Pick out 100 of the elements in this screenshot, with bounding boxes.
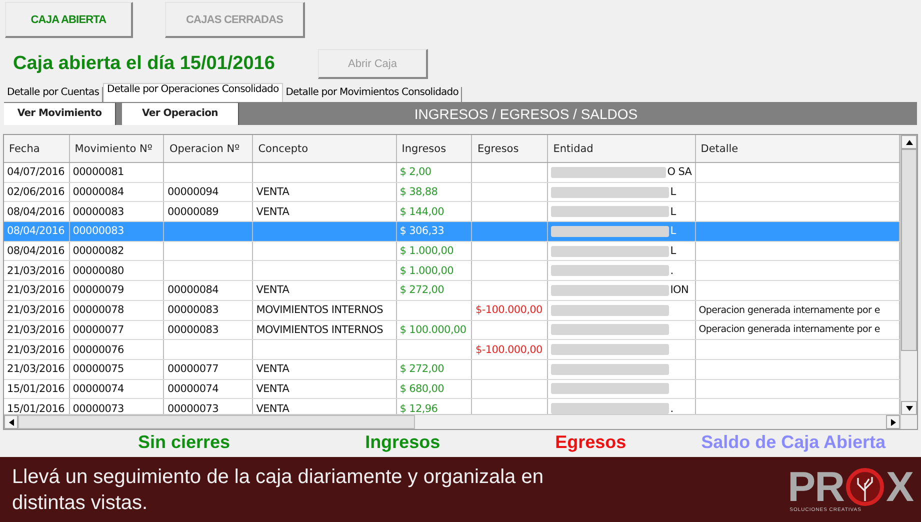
table-row[interactable]: 08/04/2016 00000082 $ 1.000,00 L [4, 242, 900, 262]
column-header[interactable]: Concepto [253, 135, 397, 162]
table-cell: 00000083 [167, 324, 219, 336]
column-header[interactable]: Fecha [4, 135, 70, 162]
column-header[interactable]: Egresos [472, 135, 548, 162]
table-row[interactable]: 04/07/2016 00000081 $ 2,00 O SA [4, 163, 900, 183]
table-cell: 00000077 [72, 324, 124, 336]
view-button[interactable]: CAJA ABIERTA [5, 2, 133, 38]
table-cell: 00000074 [167, 382, 219, 395]
table-cell: VENTA [256, 402, 290, 414]
table-cell: $ 272,00 [400, 363, 444, 376]
table-cell: . [670, 264, 674, 277]
page-heading: Caja abierta el día 15/01/2016 [13, 53, 276, 75]
table-cell: 21/03/2016 [7, 284, 65, 296]
table-cell: 02/06/2016 [7, 186, 65, 198]
table-cell: O SA [667, 166, 692, 178]
column-header[interactable]: Movimiento Nº [70, 135, 164, 162]
table-cell: 00000074 [72, 382, 124, 395]
table-row[interactable]: 21/03/2016 00000076 $-100.000,00 [4, 340, 900, 360]
table-row[interactable]: 21/03/2016 00000079 00000084 VENTA $ 272,00 ION [4, 281, 900, 301]
logo-text: X [886, 466, 913, 506]
table-cell: 00000084 [167, 284, 219, 296]
vertical-scrollbar[interactable] [900, 135, 917, 429]
summary-label: Ingresos [365, 432, 440, 452]
table-cell: 00000076 [72, 344, 124, 356]
table-cell: L [670, 186, 676, 198]
toolbar-button[interactable]: Ver Movimiento [4, 102, 116, 124]
table-cell: Operacion generada internamente por e [698, 304, 880, 316]
table-row[interactable]: 02/06/2016 00000084 00000094 VENTA $ 38,88 L [4, 182, 900, 202]
column-header[interactable]: Ingresos [396, 135, 472, 162]
table-cell: ION [670, 284, 689, 296]
table-cell: 00000083 [167, 304, 219, 316]
table-cell: VENTA [256, 382, 290, 395]
table-cell: Operacion generada internamente por e [698, 324, 880, 336]
table-cell: $ 144,00 [400, 206, 444, 218]
tab[interactable]: Detalle por Operaciones Consolidado [103, 83, 283, 102]
table-cell: $ 100.000,00 [400, 324, 466, 336]
table-cell: 00000089 [167, 206, 219, 218]
column-header[interactable]: Operacion Nº [164, 135, 254, 162]
table-cell: 00000094 [167, 186, 219, 198]
table-row[interactable]: 21/03/2016 00000078 00000083 MOVIMIENTOS INTERNOS $-100.000,00 Operacion generada internamente por e [4, 300, 900, 320]
table-cell: 08/04/2016 [7, 225, 65, 238]
table-cell: $ 1.000,00 [400, 264, 454, 277]
table-cell: $ 272,00 [400, 284, 444, 296]
table-cell: . [670, 402, 674, 414]
table-cell: $-100.000,00 [475, 344, 542, 356]
banner-text: Llevá un seguimiento de la caja diariamente y organizala en distintas vistas. [12, 464, 544, 516]
table-cell: 00000073 [72, 402, 124, 414]
table-cell: 15/01/2016 [7, 382, 65, 395]
table-cell: VENTA [256, 284, 290, 296]
table-cell: 00000080 [72, 264, 124, 277]
table-cell: $ 2,00 [400, 166, 432, 178]
table-cell: 04/07/2016 [7, 166, 65, 178]
table-cell: $ 12,96 [400, 402, 438, 414]
table-cell: L [670, 225, 676, 238]
table-cell: VENTA [256, 206, 290, 218]
table-cell: 21/03/2016 [7, 264, 65, 277]
summary-label: Sin cierres [138, 432, 230, 452]
table-cell: 21/03/2016 [7, 363, 65, 376]
table-cell: MOVIMIENTOS INTERNOS [256, 304, 384, 316]
summary-label: Saldo de Caja Abierta [701, 432, 886, 452]
summary-label: Egresos [555, 432, 626, 452]
table-cell: 00000081 [72, 166, 124, 178]
scroll-left-icon[interactable] [4, 415, 18, 429]
scroll-up-icon[interactable] [901, 135, 917, 149]
table-cell: 00000073 [167, 402, 219, 414]
toolbar-button[interactable]: Ver Operacion [122, 102, 239, 124]
table-cell: 21/03/2016 [7, 324, 65, 336]
table-cell: 00000078 [72, 304, 124, 316]
table-cell: $ 38,88 [400, 186, 438, 198]
tab[interactable]: Detalle por Movimientos Consolidado [282, 87, 462, 102]
table-cell: 21/03/2016 [7, 344, 65, 356]
scroll-right-icon[interactable] [886, 415, 900, 429]
table-cell: 00000079 [72, 284, 124, 296]
circuit-tree-icon [844, 466, 885, 506]
scroll-down-icon[interactable] [901, 401, 917, 415]
table-row[interactable]: 21/03/2016 00000077 00000083 MOVIMIENTOS INTERNOS $ 100.000,00 Operacion generada internamente por e [4, 320, 900, 340]
table-row[interactable]: 15/01/2016 00000074 00000074 VENTA $ 680,00 [4, 380, 900, 400]
table-cell: 08/04/2016 [7, 245, 65, 258]
table-cell: $-100.000,00 [475, 304, 542, 316]
toolbar-title: INGRESOS / EGRESOS / SALDOS [413, 106, 639, 122]
table-cell: 21/03/2016 [7, 304, 65, 316]
horizontal-scrollbar[interactable] [4, 414, 900, 429]
table-cell: 00000082 [72, 245, 124, 258]
table-cell: MOVIMIENTOS INTERNOS [256, 324, 384, 336]
table-cell: 00000083 [72, 225, 124, 238]
column-header[interactable]: Entidad [548, 135, 696, 162]
table-cell: 00000077 [167, 363, 219, 376]
table-cell: L [670, 245, 676, 258]
table-cell: $ 306,33 [400, 225, 444, 238]
table-cell: 00000084 [72, 186, 124, 198]
table-cell: 00000075 [72, 363, 124, 376]
table-cell: 08/04/2016 [7, 206, 65, 218]
table-cell: 00000083 [72, 206, 124, 218]
table-row[interactable]: 21/03/2016 00000080 $ 1.000,00 . [4, 261, 900, 282]
table-cell: 15/01/2016 [7, 402, 65, 414]
table-cell: VENTA [256, 363, 290, 376]
table-cell: L [670, 206, 676, 218]
table-cell: $ 680,00 [400, 382, 444, 395]
table-row[interactable]: 21/03/2016 00000075 00000077 VENTA $ 272,00 [4, 360, 900, 380]
